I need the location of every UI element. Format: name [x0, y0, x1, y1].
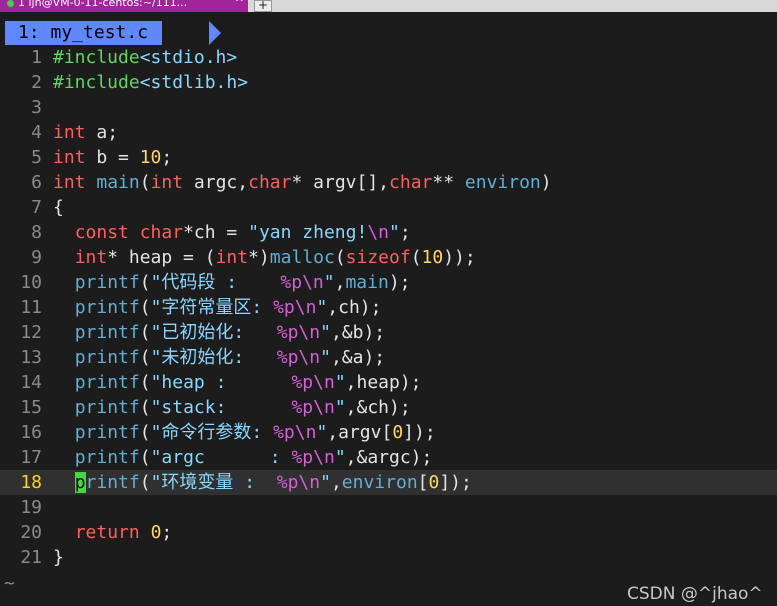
line-number: 8 [31, 222, 42, 243]
code-line: 15 printf("stack: %p\n",&ch); [0, 395, 777, 420]
code-text: int* heap = (int*)malloc(sizeof(10)); [74, 247, 476, 268]
line-number: 17 [20, 447, 42, 468]
code-line: 7{ [0, 195, 777, 220]
line-number: 14 [20, 372, 42, 393]
code-text: int b = 10; [53, 147, 173, 168]
code-line: 19 [0, 495, 777, 520]
terminal-tab-bar: 1 ljh@VM-0-11-centos:~/111... ^ + [0, 0, 777, 12]
code-text: printf("heap : %p\n",heap); [74, 372, 422, 393]
tab-close-icon[interactable]: ^ [235, 0, 244, 8]
code-text: printf("stack: %p\n",&ch); [74, 397, 411, 418]
line-number: 5 [31, 147, 42, 168]
code-text: { [53, 197, 64, 218]
code-line: 13 printf("未初始化: %p\n",&a); [0, 345, 777, 370]
watermark: CSDN @^jhao^ [627, 584, 763, 604]
code-line-current: 18 printf("环境变量 : %p\n",environ[0]); [0, 470, 777, 495]
code-text: return 0; [74, 522, 173, 543]
line-number: 12 [20, 322, 42, 343]
code-area[interactable]: 1 #include<stdio.h> 2 #include<stdlib.h> 3… [0, 45, 777, 570]
code-line: 14 printf("heap : %p\n",heap); [0, 370, 777, 395]
code-line: 16 printf("命令行参数: %p\n",argv[0]); [0, 420, 777, 445]
vim-editor[interactable]: 1: my_test.c 1 #include<stdio.h> 2 #includ… [0, 12, 777, 605]
line-number: 7 [31, 197, 42, 218]
terminal-tab-title: 1 ljh@VM-0-11-centos:~/111... [18, 0, 188, 9]
code-line: 21} [0, 545, 777, 570]
code-line: 8 const char*ch = "yan zheng!\n"; [0, 220, 777, 245]
code-text: printf("argc : %p\n",&argc); [74, 447, 433, 468]
line-number: 1 [31, 47, 42, 68]
line-number: 20 [20, 522, 42, 543]
line-number: 18 [20, 472, 42, 493]
text-cursor: p [74, 472, 86, 493]
code-line: 4 int a; [0, 120, 777, 145]
line-number: 4 [31, 122, 42, 143]
line-number: 19 [20, 497, 42, 518]
code-line: 1 #include<stdio.h> [0, 45, 777, 70]
code-text: printf("字符常量区: %p\n",ch); [74, 297, 382, 318]
new-tab-button[interactable]: + [254, 0, 272, 12]
code-line: 11 printf("字符常量区: %p\n",ch); [0, 295, 777, 320]
code-line: 2 #include<stdlib.h> [0, 70, 777, 95]
line-number: 9 [31, 247, 42, 268]
code-line: 17 printf("argc : %p\n",&argc); [0, 445, 777, 470]
line-number: 10 [20, 272, 42, 293]
line-number: 11 [20, 297, 42, 318]
terminal-tab[interactable]: 1 ljh@VM-0-11-centos:~/111... ^ [0, 0, 248, 12]
code-text: int a; [53, 122, 119, 143]
buffer-tab-arrow-icon [209, 21, 221, 45]
code-text: int main(int argc,char* argv[],char** en… [53, 172, 552, 193]
line-number: 21 [20, 547, 42, 568]
code-text: printf("命令行参数: %p\n",argv[0]); [74, 422, 436, 443]
code-line: 9 int* heap = (int*)malloc(sizeof(10)); [0, 245, 777, 270]
code-line: 5 int b = 10; [0, 145, 777, 170]
code-text: const char*ch = "yan zheng!\n"; [74, 222, 411, 243]
code-line: 3 [0, 95, 777, 120]
end-of-buffer-marker: ~ [4, 573, 15, 594]
code-text: #include<stdio.h> [53, 47, 238, 68]
line-number: 16 [20, 422, 42, 443]
line-number: 3 [31, 97, 42, 118]
line-number: 13 [20, 347, 42, 368]
line-number: 2 [31, 72, 42, 93]
connection-status-icon [7, 0, 14, 7]
line-number: 6 [31, 172, 42, 193]
code-line: 12 printf("已初始化: %p\n",&b); [0, 320, 777, 345]
code-line: 20 return 0; [0, 520, 777, 545]
code-text: printf("代码段 : %p\n",main); [74, 272, 411, 293]
buffer-tabline: 1: my_test.c [0, 21, 777, 45]
code-line: 10 printf("代码段 : %p\n",main); [0, 270, 777, 295]
code-text: printf("未初始化: %p\n",&a); [74, 347, 386, 368]
code-text: printf("环境变量 : %p\n",environ[0]); [74, 472, 472, 493]
line-number: 15 [20, 397, 42, 418]
code-text: #include<stdlib.h> [53, 72, 249, 93]
code-text: printf("已初始化: %p\n",&b); [74, 322, 386, 343]
code-line: 6 int main(int argc,char* argv[],char** e… [0, 170, 777, 195]
code-text: } [53, 547, 64, 568]
buffer-tab[interactable]: 1: my_test.c [5, 21, 163, 45]
